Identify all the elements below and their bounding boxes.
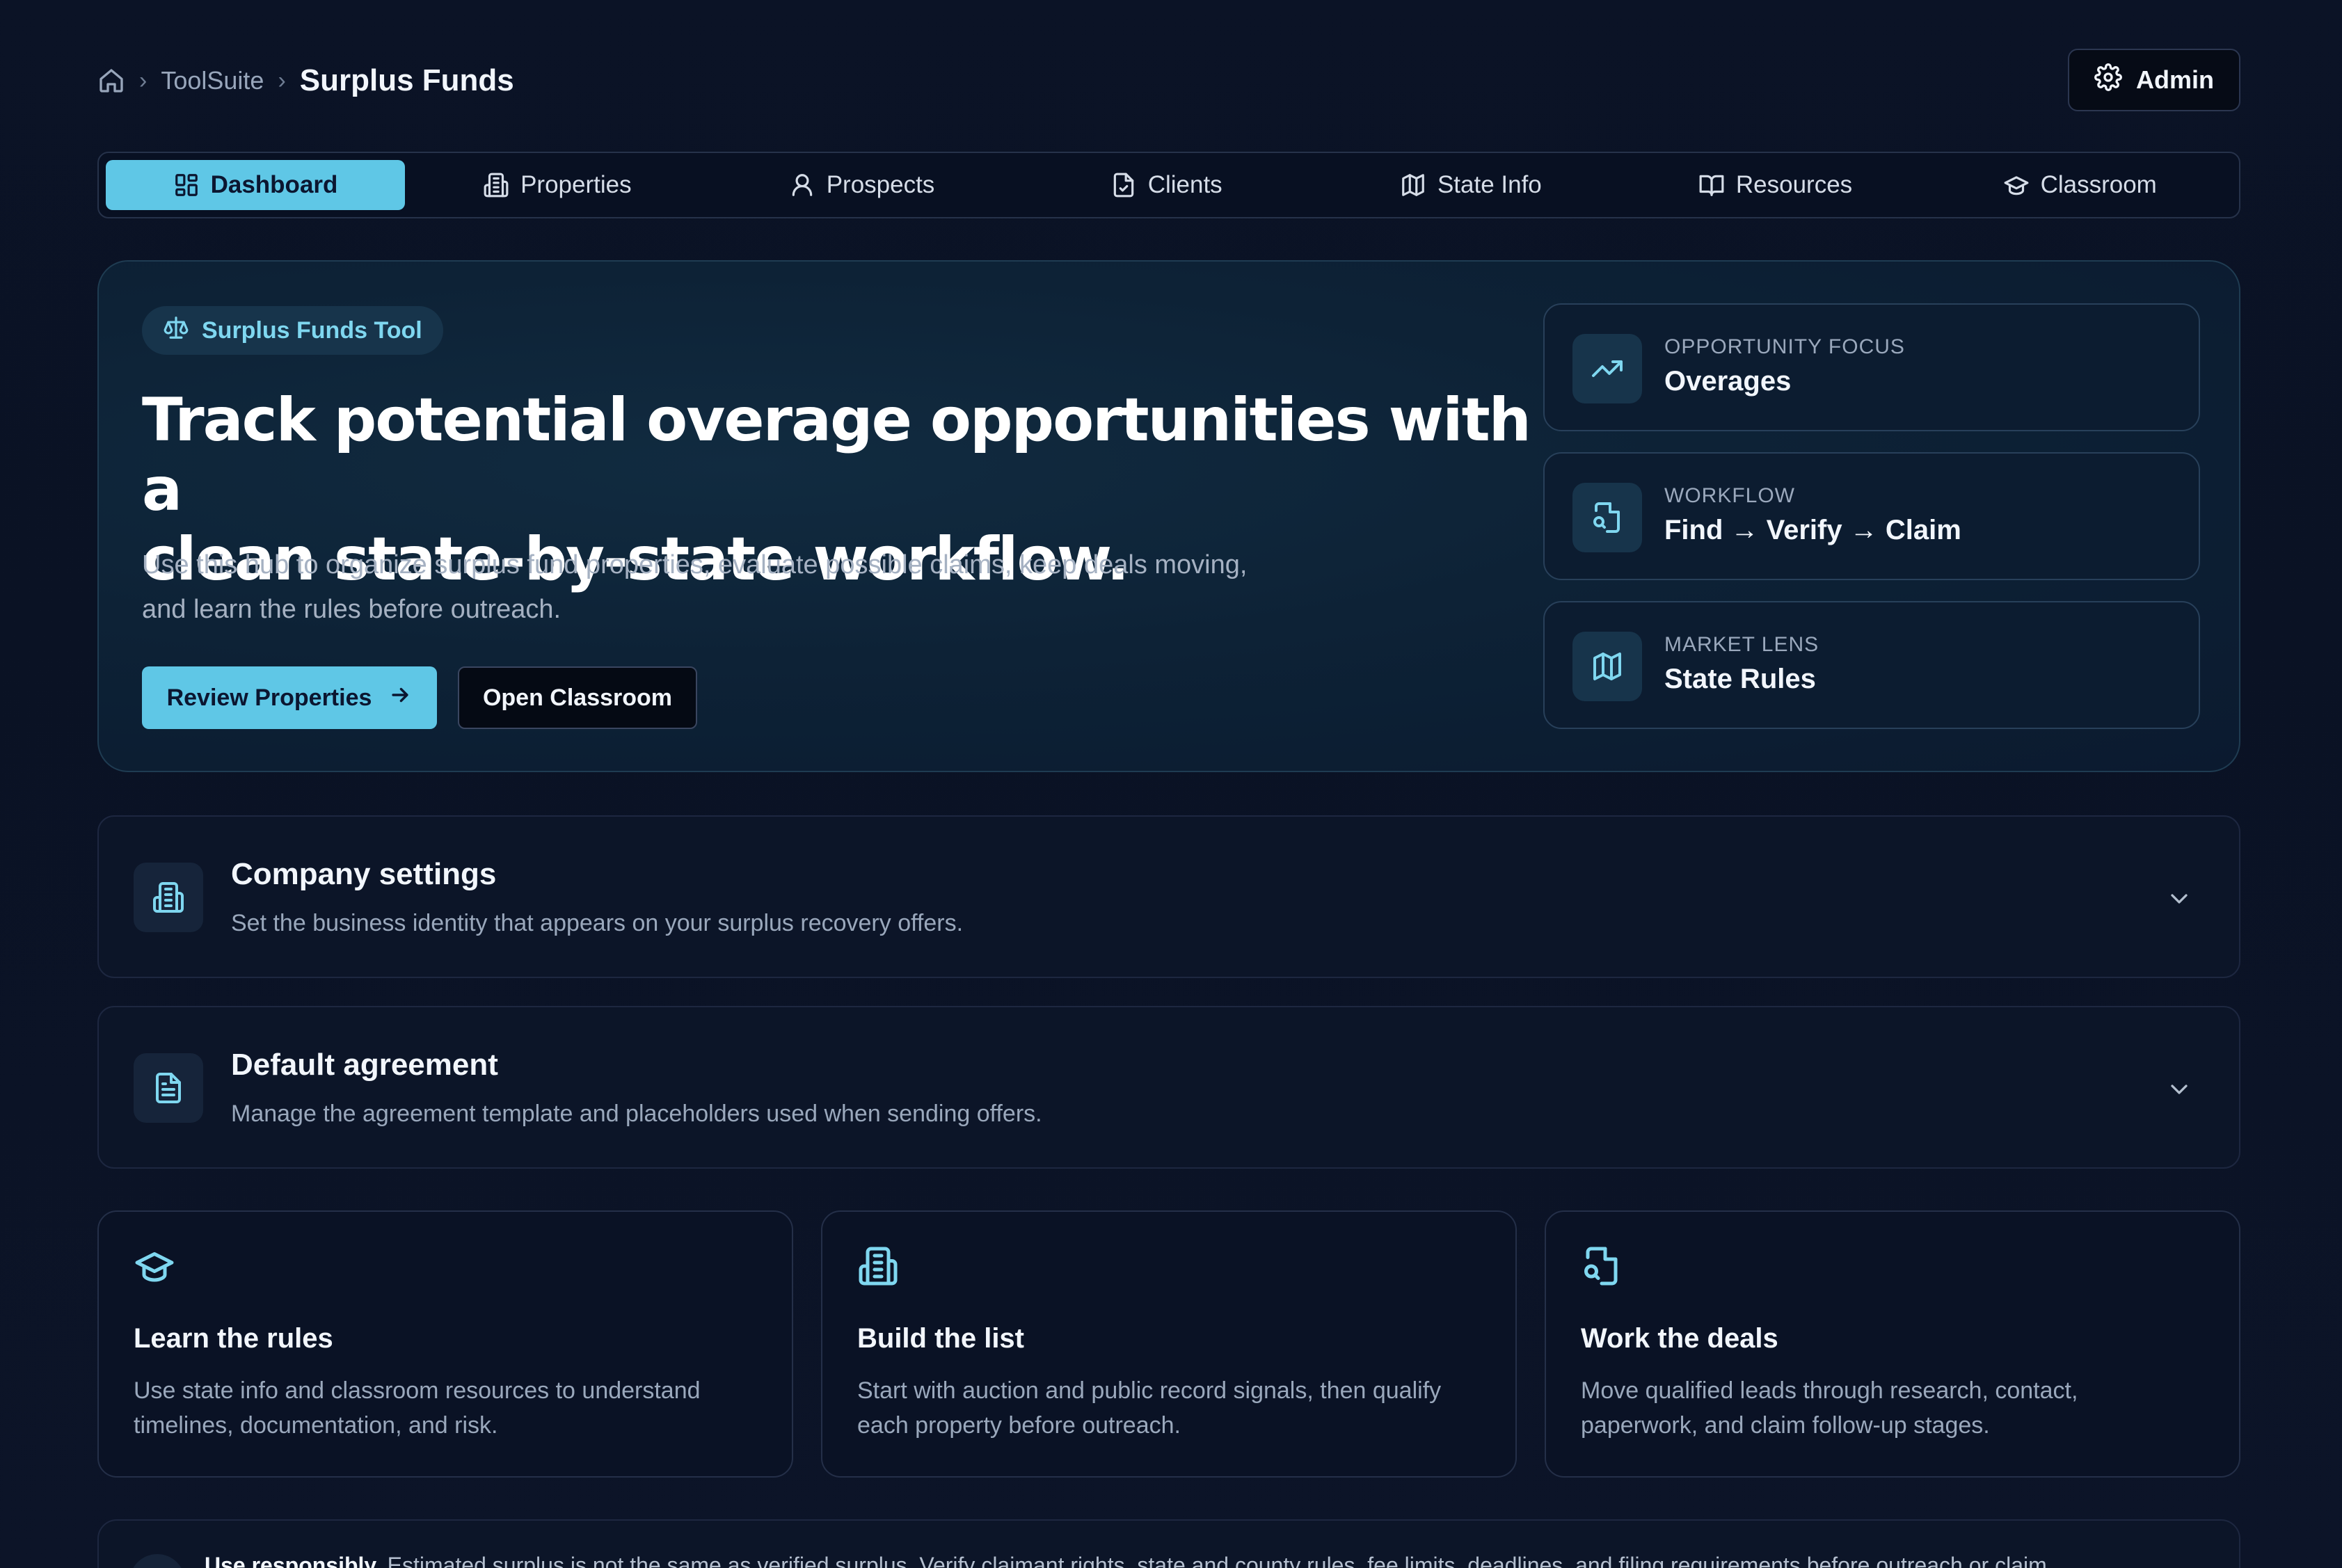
graduation-cap-icon <box>134 1245 175 1290</box>
map-icon <box>1400 172 1426 198</box>
card-description-line: paperwork, and claim follow-up stages. <box>1581 1412 1990 1439</box>
hero-description: Use this hub to organize surplus fund pr… <box>142 543 1422 632</box>
chevron-down-icon[interactable] <box>2165 1075 2193 1107</box>
top-bar: › ToolSuite › Surplus Funds Admin <box>97 49 2240 111</box>
open-classroom-label: Open Classroom <box>482 684 673 711</box>
card-description-line: Use state info and classroom resources t… <box>134 1377 701 1404</box>
tab-prospects[interactable]: Prospects <box>710 160 1014 210</box>
open-classroom-button[interactable]: Open Classroom <box>458 666 697 729</box>
tab-label: Resources <box>1735 171 1853 198</box>
card-learn-the-rules: Learn the rules Use state info and class… <box>97 1210 793 1478</box>
review-properties-button[interactable]: Review Properties <box>142 666 437 729</box>
responsible-use-notice: Use responsibly. Estimated surplus is no… <box>97 1519 2240 1568</box>
card-description: Move qualified leads through research, c… <box>1581 1373 2207 1443</box>
grid-icon <box>173 172 200 198</box>
page-title: Surplus Funds <box>299 63 514 97</box>
gear-icon <box>2094 63 2122 97</box>
stat-value: Overages <box>1664 366 1792 397</box>
stat-workflow: WORKFLOW Find → Verify → Claim <box>1543 452 2200 580</box>
card-description-line: timelines, documentation, and risk. <box>134 1412 498 1439</box>
trending-up-icon <box>1572 334 1642 403</box>
accordion-subtitle: Manage the agreement template and placeh… <box>231 1101 1042 1127</box>
tab-label: Clients <box>1147 171 1222 198</box>
tab-classroom[interactable]: Classroom <box>1927 160 2232 210</box>
notice-lead: Use responsibly. <box>205 1553 381 1568</box>
stat-market-lens: MARKET LENS State Rules <box>1543 601 2200 729</box>
file-search-icon <box>1581 1245 1623 1290</box>
hero-title-line: Track potential overage opportunities wi… <box>142 385 1531 525</box>
document-icon <box>134 1053 203 1123</box>
stat-label: MARKET LENS <box>1664 633 1819 656</box>
notice-body: Estimated surplus is not the same as ver… <box>387 1553 2047 1568</box>
company-settings-accordion[interactable]: Company settings Set the business identi… <box>97 815 2240 978</box>
file-search-icon <box>1572 483 1642 552</box>
book-open-icon <box>1698 172 1725 198</box>
chevron-right-icon: › <box>278 67 286 94</box>
chevron-right-icon: › <box>139 67 148 94</box>
hero-panel: Surplus Funds Tool Track potential overa… <box>97 260 2240 772</box>
stat-label: OPPORTUNITY FOCUS <box>1664 335 1905 358</box>
admin-button-label: Admin <box>2136 65 2214 94</box>
card-description-line: each property before outreach. <box>857 1412 1181 1439</box>
hero-description-line: and learn the rules before outreach. <box>142 595 561 624</box>
tab-label: Dashboard <box>210 171 338 198</box>
file-check-icon <box>1110 172 1137 198</box>
card-description: Start with auction and public record sig… <box>857 1373 1483 1443</box>
hero-description-line: Use this hub to organize surplus fund pr… <box>142 550 1248 579</box>
card-work-the-deals: Work the deals Move qualified leads thro… <box>1545 1210 2240 1478</box>
tool-badge-label: Surplus Funds Tool <box>202 317 422 344</box>
stat-opportunity-focus: OPPORTUNITY FOCUS Overages <box>1543 303 2200 431</box>
admin-button[interactable]: Admin <box>2068 49 2240 111</box>
tab-resources[interactable]: Resources <box>1623 160 1928 210</box>
stat-value: Find → Verify → Claim <box>1664 515 1961 545</box>
tool-badge: Surplus Funds Tool <box>142 306 443 355</box>
page: › ToolSuite › Surplus Funds Admin Dashbo… <box>97 0 2240 1568</box>
building-icon <box>483 172 509 198</box>
building-icon <box>857 1245 899 1290</box>
card-description-line: Start with auction and public record sig… <box>857 1377 1442 1404</box>
accordion-title: Default agreement <box>231 1048 498 1082</box>
accordion-title: Company settings <box>231 857 497 891</box>
breadcrumb-toolsuite[interactable]: ToolSuite <box>161 66 264 95</box>
card-title: Work the deals <box>1581 1323 1778 1354</box>
card-build-the-list: Build the list Start with auction and pu… <box>821 1210 1517 1478</box>
notice-text: Use responsibly. Estimated surplus is no… <box>205 1553 2222 1568</box>
card-description: Use state info and classroom resources t… <box>134 1373 760 1443</box>
building-icon <box>134 863 203 932</box>
card-description-line: Move qualified leads through research, c… <box>1581 1377 2078 1404</box>
review-properties-label: Review Properties <box>166 684 372 711</box>
tab-clients[interactable]: Clients <box>1014 160 1319 210</box>
card-title: Build the list <box>857 1323 1024 1354</box>
card-title: Learn the rules <box>134 1323 333 1354</box>
arrow-right-icon <box>388 683 412 713</box>
breadcrumb: › ToolSuite › Surplus Funds <box>97 61 514 100</box>
map-icon <box>1572 632 1642 701</box>
user-icon <box>789 172 815 198</box>
stat-value: State Rules <box>1664 664 1816 694</box>
tab-dashboard[interactable]: Dashboard <box>106 160 405 210</box>
tab-label: State Info <box>1437 171 1542 198</box>
tab-label: Classroom <box>2040 171 2157 198</box>
stat-label: WORKFLOW <box>1664 484 1795 507</box>
default-agreement-accordion[interactable]: Default agreement Manage the agreement t… <box>97 1006 2240 1169</box>
info-icon <box>129 1554 185 1568</box>
graduation-cap-icon <box>2003 172 2030 198</box>
accordion-subtitle: Set the business identity that appears o… <box>231 910 964 936</box>
main-tabs: Dashboard Properties Prospects Clients S… <box>97 152 2240 218</box>
tab-state-info[interactable]: State Info <box>1319 160 1623 210</box>
scale-icon <box>163 314 189 347</box>
tab-label: Properties <box>520 171 632 198</box>
tab-properties[interactable]: Properties <box>405 160 710 210</box>
home-icon[interactable] <box>97 67 125 95</box>
chevron-down-icon[interactable] <box>2165 885 2193 916</box>
tab-label: Prospects <box>826 171 935 198</box>
